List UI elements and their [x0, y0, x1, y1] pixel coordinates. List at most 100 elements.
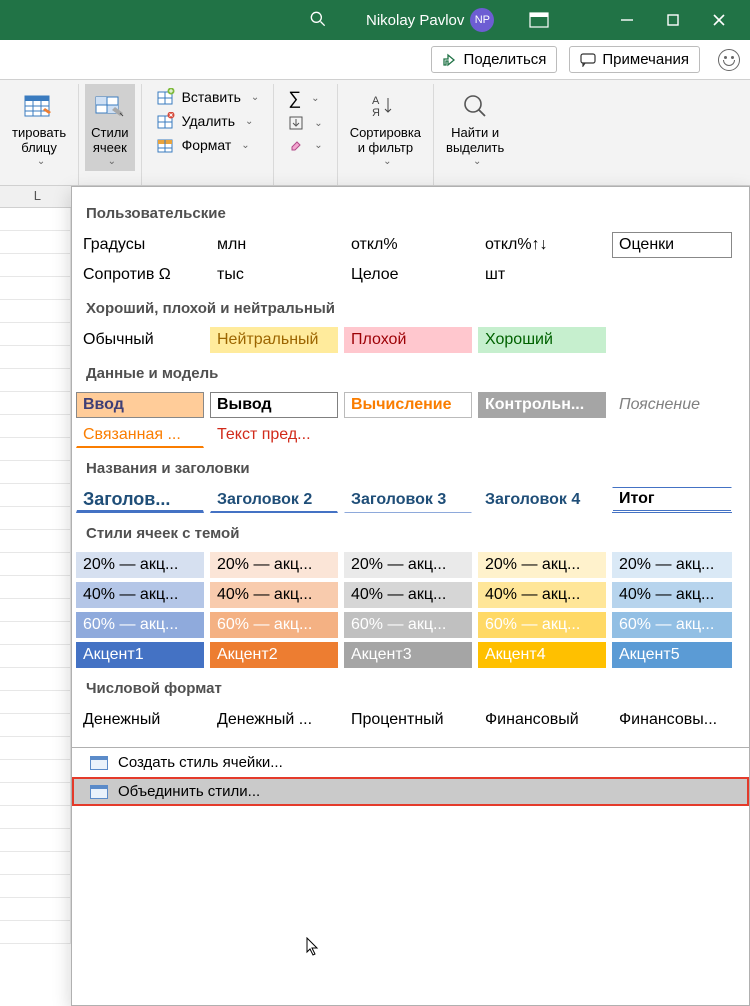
comments-label: Примечания	[602, 51, 689, 68]
section-number: Числовой формат	[72, 670, 749, 705]
style-linked[interactable]: Связанная ...	[76, 422, 204, 448]
style-percent[interactable]: Процентный	[344, 707, 472, 733]
style-good[interactable]: Хороший	[478, 327, 606, 353]
merge-styles-icon	[90, 785, 108, 799]
ribbon-display-button[interactable]	[516, 0, 562, 40]
style-total[interactable]: Итог	[612, 487, 732, 513]
search-icon[interactable]	[308, 9, 330, 31]
style-neutral[interactable]: Нейтральный	[210, 327, 338, 353]
style-heading3[interactable]: Заголовок 3	[344, 487, 472, 513]
style-heading2[interactable]: Заголовок 2	[210, 487, 338, 513]
style-calculation[interactable]: Вычисление	[344, 392, 472, 418]
avatar[interactable]: NP	[470, 8, 494, 32]
style-soprotiv[interactable]: Сопротив Ω	[76, 262, 204, 288]
cell-styles-label: Стили ячеек	[91, 126, 128, 156]
sigma-icon: ∑	[288, 88, 301, 109]
style-accent2-60[interactable]: 60% — акц...	[210, 612, 338, 638]
find-select-button[interactable]: Найти и выделить⌄	[440, 84, 510, 171]
section-titles: Названия и заголовки	[72, 450, 749, 485]
chevron-down-icon: ⌄	[314, 118, 322, 129]
style-accent3[interactable]: Акцент3	[344, 642, 472, 668]
delete-button[interactable]: Удалить⌄	[152, 110, 264, 132]
clear-button[interactable]: ⌄	[284, 135, 326, 155]
style-accent5-60[interactable]: 60% — акц...	[612, 612, 732, 638]
style-accent1-40[interactable]: 40% — акц...	[76, 582, 204, 608]
style-financial[interactable]: Финансовый	[478, 707, 606, 733]
close-button[interactable]	[696, 0, 742, 40]
style-accent5[interactable]: Акцент5	[612, 642, 732, 668]
style-warning-text[interactable]: Текст пред...	[210, 422, 338, 448]
maximize-button[interactable]	[650, 0, 696, 40]
themed-row-60: 60% — акц... 60% — акц... 60% — акц... 6…	[72, 610, 749, 640]
comments-button[interactable]: Примечания	[569, 46, 700, 73]
ribbon: тировать блицу⌄ Стили ячеек⌄ Вставить⌄ У…	[0, 80, 750, 186]
merge-styles-item[interactable]: Объединить стили...	[72, 777, 749, 806]
cursor-icon	[306, 937, 322, 957]
svg-text:Я: Я	[372, 107, 380, 119]
style-accent4-40[interactable]: 40% — акц...	[478, 582, 606, 608]
style-mln[interactable]: млн	[210, 232, 338, 258]
style-accent1-60[interactable]: 60% — акц...	[76, 612, 204, 638]
style-ocenki[interactable]: Оценки	[612, 232, 732, 258]
style-bad[interactable]: Плохой	[344, 327, 472, 353]
fill-button[interactable]: ⌄	[284, 113, 326, 133]
style-accent4-20[interactable]: 20% — акц...	[478, 552, 606, 578]
new-cell-style-item[interactable]: Создать стиль ячейки...	[72, 748, 749, 777]
style-degrees[interactable]: Градусы	[76, 232, 204, 258]
style-otkl-arrows[interactable]: откл%↑↓	[478, 232, 606, 258]
themed-row-40: 40% — акц... 40% — акц... 40% — акц... 4…	[72, 580, 749, 610]
style-accent2-20[interactable]: 20% — акц...	[210, 552, 338, 578]
chevron-down-icon: ⌄	[473, 156, 481, 168]
style-celoe[interactable]: Целое	[344, 262, 472, 288]
minimize-button[interactable]	[604, 0, 650, 40]
style-accent1-20[interactable]: 20% — акц...	[76, 552, 204, 578]
column-header[interactable]	[0, 186, 71, 208]
style-accent2[interactable]: Акцент2	[210, 642, 338, 668]
style-accent3-20[interactable]: 20% — акц...	[344, 552, 472, 578]
sort-filter-button[interactable]: АЯ Сортировка и фильтр⌄	[344, 84, 427, 171]
share-button[interactable]: Поделиться	[431, 46, 558, 73]
titlebar: Nikolay Pavlov NP	[0, 0, 750, 40]
style-currency0[interactable]: Денежный ...	[210, 707, 338, 733]
chevron-down-icon: ⌄	[383, 156, 391, 168]
cell-styles-button[interactable]: Стили ячеек⌄	[85, 84, 134, 171]
style-accent2-40[interactable]: 40% — акц...	[210, 582, 338, 608]
autosum-button[interactable]: ∑⌄	[284, 86, 326, 111]
insert-icon	[156, 88, 176, 106]
style-heading4[interactable]: Заголовок 4	[478, 487, 606, 513]
format-table-label: тировать блицу	[12, 126, 66, 156]
merge-styles-label: Объединить стили...	[118, 783, 260, 800]
chevron-down-icon: ⌄	[108, 156, 116, 168]
style-normal[interactable]: Обычный	[76, 327, 204, 353]
format-as-table-button[interactable]: тировать блицу⌄	[6, 84, 72, 171]
format-icon	[156, 136, 176, 154]
style-accent3-40[interactable]: 40% — акц...	[344, 582, 472, 608]
style-financial0[interactable]: Финансовы...	[612, 707, 732, 733]
style-heading1[interactable]: Заголов...	[76, 487, 204, 513]
style-accent3-60[interactable]: 60% — акц...	[344, 612, 472, 638]
style-accent4-60[interactable]: 60% — акц...	[478, 612, 606, 638]
style-currency[interactable]: Денежный	[76, 707, 204, 733]
format-button[interactable]: Формат⌄	[152, 134, 264, 156]
style-otkl-pct[interactable]: откл%	[344, 232, 472, 258]
style-output[interactable]: Вывод	[210, 392, 338, 418]
style-accent5-40[interactable]: 40% — акц...	[612, 582, 732, 608]
style-note[interactable]: Пояснение	[612, 392, 732, 418]
insert-button[interactable]: Вставить⌄	[152, 86, 264, 108]
window-buttons	[604, 0, 742, 40]
style-input[interactable]: Ввод	[76, 392, 204, 418]
new-style-icon	[90, 756, 108, 770]
style-accent5-20[interactable]: 20% — акц...	[612, 552, 732, 578]
style-tys[interactable]: тыс	[210, 262, 338, 288]
style-check[interactable]: Контрольн...	[478, 392, 606, 418]
themed-row-accent: Акцент1 Акцент2 Акцент3 Акцент4 Акцент5	[72, 640, 749, 670]
themed-row-20: 20% — акц... 20% — акц... 20% — акц... 2…	[72, 550, 749, 580]
feedback-icon[interactable]	[718, 49, 740, 71]
command-bar: Поделиться Примечания	[0, 40, 750, 80]
chevron-down-icon: ⌄	[314, 140, 322, 151]
worksheet-grid[interactable]	[0, 186, 71, 1006]
style-accent1[interactable]: Акцент1	[76, 642, 204, 668]
style-accent4[interactable]: Акцент4	[478, 642, 606, 668]
style-sht[interactable]: шт	[478, 262, 606, 288]
find-select-label: Найти и выделить	[446, 126, 504, 156]
